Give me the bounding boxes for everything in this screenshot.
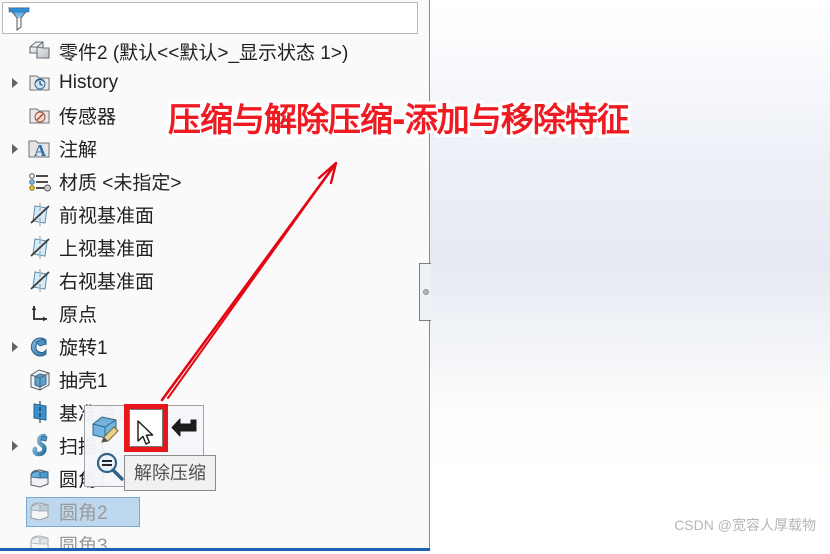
no-expand-arrow [4, 396, 26, 429]
part-document-icon [26, 38, 54, 64]
no-expand-arrow [4, 99, 26, 132]
no-expand-arrow [4, 231, 26, 264]
no-expand-arrow [4, 495, 26, 528]
tree-item-plane1[interactable]: 基准面1 [0, 396, 428, 429]
expand-arrow-icon[interactable] [4, 330, 26, 363]
no-expand-arrow [4, 264, 26, 297]
no-expand-arrow [4, 165, 26, 198]
tree-item-label: 原点 [59, 305, 98, 326]
tree-root-twisty [4, 36, 26, 66]
tree-item-label: 抽壳1 [59, 371, 108, 392]
tree-item-label: 材质 <未指定> [59, 173, 182, 194]
plane-icon [26, 268, 54, 294]
tree-item-label: 注解 [59, 140, 98, 161]
tree-root-label: 零件2 (默认<<默认>_显示状态 1>) [59, 42, 349, 64]
tree-item-front-plane[interactable]: 前视基准面 [0, 198, 428, 231]
annotation-title: 压缩与解除压缩-添加与移除特征 [168, 100, 630, 139]
sensor-folder-icon [26, 103, 54, 129]
plane-icon [26, 202, 54, 228]
no-expand-arrow [4, 297, 26, 330]
edit-feature-icon[interactable] [89, 410, 125, 446]
funnel-filter-icon[interactable] [6, 4, 32, 32]
tree-item-revolve1[interactable]: 旋转1 [0, 330, 428, 363]
tree-item-label: 圆角2 [59, 503, 108, 524]
history-folder-icon [26, 70, 54, 96]
tree-item-shell1[interactable]: 抽壳1 [0, 363, 428, 396]
expand-arrow-icon[interactable] [4, 66, 26, 99]
panel-splitter-handle[interactable] [419, 263, 431, 321]
shell-icon [26, 367, 54, 393]
tree-item-right-plane[interactable]: 右视基准面 [0, 264, 428, 297]
tree-item-label: 上视基准面 [59, 239, 155, 260]
zoom-to-selection-icon[interactable] [91, 448, 127, 484]
svg-text:A: A [34, 141, 47, 160]
tooltip: 解除压缩 [124, 455, 216, 491]
no-expand-arrow [4, 462, 26, 495]
fillet-icon [26, 466, 54, 492]
tree-item-label: 右视基准面 [59, 272, 155, 293]
tree-item-label: 传感器 [59, 107, 117, 128]
tree-item-fillet2[interactable]: 圆角2 [0, 495, 428, 528]
fillet-suppressed-icon [26, 499, 54, 525]
no-expand-arrow [4, 363, 26, 396]
sweep-icon [26, 433, 54, 459]
plane-icon [26, 235, 54, 261]
tree-item-label: History [59, 71, 119, 93]
tree-item-label: 旋转1 [59, 338, 108, 359]
expand-arrow-icon[interactable] [4, 132, 26, 165]
feature-tree-filter-bar[interactable] [2, 2, 418, 34]
tree-root-item[interactable]: 零件2 (默认<<默认>_显示状态 1>) [0, 36, 428, 66]
tree-item-material[interactable]: 材质 <未指定> [0, 165, 428, 198]
revolve-icon [26, 334, 54, 360]
graphics-area[interactable] [430, 0, 830, 554]
solidworks-window: 零件2 (默认<<默认>_显示状态 1>) History 传感器 A 注解 材… [0, 0, 830, 554]
no-expand-arrow [4, 198, 26, 231]
tree-item-label: 前视基准面 [59, 206, 155, 227]
tree-item-origin[interactable]: 原点 [0, 297, 428, 330]
tree-item-top-plane[interactable]: 上视基准面 [0, 231, 428, 264]
datum-plane-icon [26, 400, 54, 426]
splitter-grip-dot [423, 289, 429, 295]
annotation-folder-icon: A [26, 136, 54, 162]
expand-arrow-icon[interactable] [4, 429, 26, 462]
material-icon [26, 169, 54, 195]
csdn-watermark: CSDN @宽容人厚载物 [674, 517, 816, 533]
origin-icon [26, 301, 54, 327]
mouse-cursor-icon [137, 420, 155, 448]
rollback-icon[interactable] [169, 412, 201, 444]
